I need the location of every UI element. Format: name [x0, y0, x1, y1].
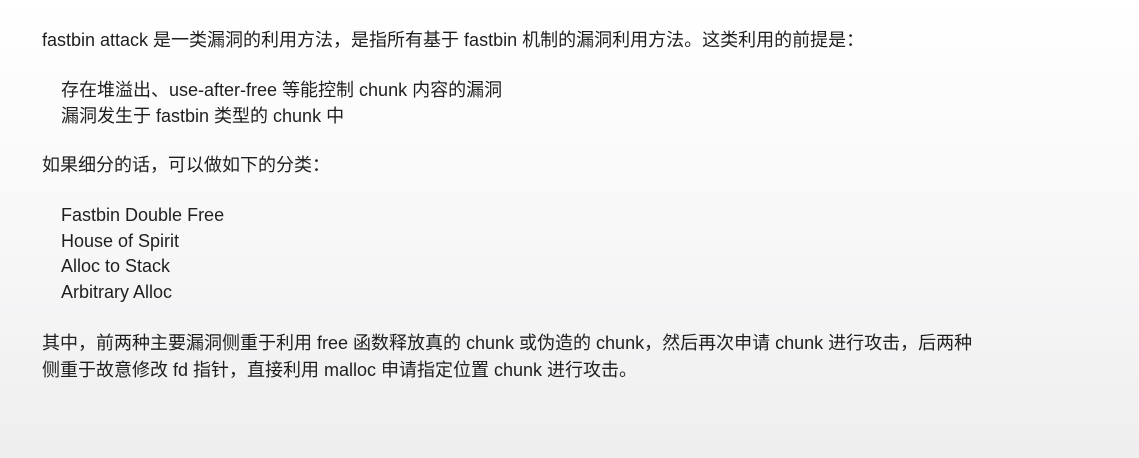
- prerequisites-list: 存在堆溢出、use-after-free 等能控制 chunk 内容的漏洞 漏洞…: [42, 78, 1122, 129]
- categories-list: Fastbin Double Free House of Spirit Allo…: [42, 203, 1122, 305]
- list-item: 存在堆溢出、use-after-free 等能控制 chunk 内容的漏洞: [61, 80, 503, 100]
- document-body: fastbin attack 是一类漏洞的利用方法，是指所有基于 fastbin…: [42, 28, 1122, 384]
- list-item: Fastbin Double Free: [61, 205, 225, 225]
- classification-intro: 如果细分的话，可以做如下的分类：: [42, 155, 330, 175]
- list-item: House of Spirit: [61, 230, 180, 251]
- intro-paragraph: fastbin attack 是一类漏洞的利用方法，是指所有基于 fastbin…: [42, 30, 865, 50]
- list-item: Alloc to Stack: [61, 256, 171, 276]
- conclusion-line: 其中，前两种主要漏洞侧重于利用 free 函数释放真的 chunk 或伪造的 c…: [42, 333, 973, 353]
- list-item: Arbitrary Alloc: [61, 281, 173, 302]
- conclusion-line: 侧重于故意修改 fd 指针，直接利用 malloc 申请指定位置 chunk 进…: [42, 360, 638, 380]
- conclusion-paragraph: 其中，前两种主要漏洞侧重于利用 free 函数释放真的 chunk 或伪造的 c…: [42, 330, 1122, 384]
- list-item: 漏洞发生于 fastbin 类型的 chunk 中: [61, 105, 345, 126]
